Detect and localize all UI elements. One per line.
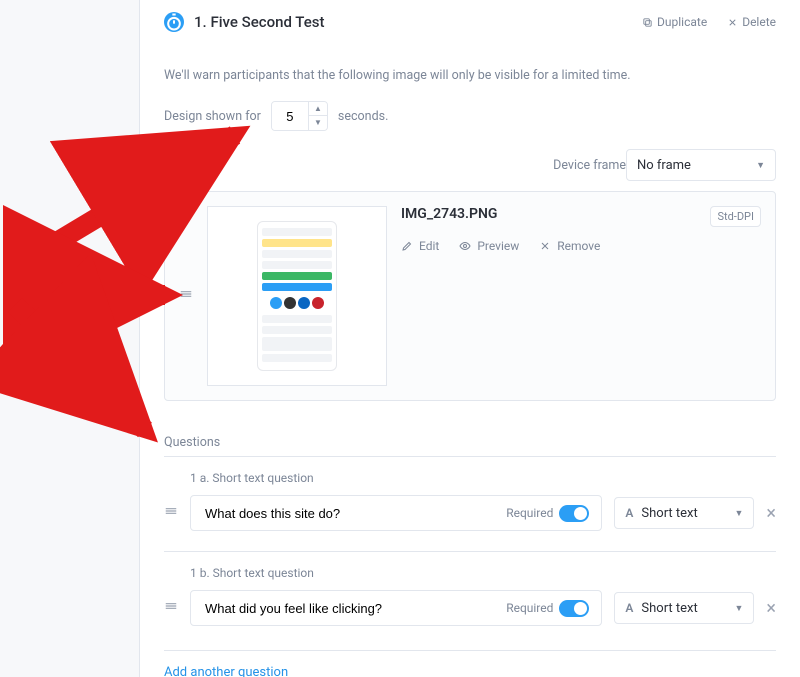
design-settings-row: Design Device frame No frame ▼ (164, 149, 776, 181)
duration-input[interactable] (272, 102, 308, 130)
question-type-value: Short text (641, 506, 697, 521)
intro-text: We'll warn participants that the followi… (164, 68, 776, 83)
chevron-down-icon: ▼ (756, 160, 765, 171)
duplicate-icon (642, 17, 653, 28)
question-input-wrapper: Required (190, 495, 602, 531)
required-toggle[interactable] (559, 505, 589, 522)
delete-question-button[interactable]: × (766, 598, 776, 619)
required-label: Required (506, 506, 553, 520)
section-number: 1. (194, 13, 207, 31)
design-card: IMG_2743.PNG Std-DPI Edit Preview (164, 191, 776, 401)
device-frame-value: No frame (637, 158, 691, 173)
duplicate-button[interactable]: Duplicate (642, 15, 707, 29)
question-block: 1 b. Short text question Required A Shor… (164, 551, 776, 646)
device-frame-label: Device frame (553, 158, 626, 173)
question-type-value: Short text (641, 601, 697, 616)
close-icon (539, 240, 551, 252)
delete-button[interactable]: Delete (727, 15, 776, 29)
sidebar-gutter (0, 0, 140, 677)
remove-design-button[interactable]: Remove (539, 239, 600, 253)
device-frame-select[interactable]: No frame ▼ (626, 149, 776, 181)
text-type-icon: A (625, 506, 633, 520)
question-sublabel: 1 b. Short text question (190, 566, 776, 580)
drag-handle-icon[interactable] (164, 599, 178, 617)
question-type-select[interactable]: A Short text ▼ (614, 592, 754, 624)
question-sublabel: 1 a. Short text question (190, 471, 776, 485)
stopwatch-icon (164, 12, 184, 32)
required-toggle[interactable] (559, 600, 589, 617)
delete-icon (727, 17, 738, 28)
question-input[interactable] (203, 505, 506, 522)
question-input-wrapper: Required (190, 590, 602, 626)
duration-row: Design shown for ▲ ▼ seconds. (164, 101, 776, 131)
section-name: Five Second Test (210, 13, 324, 31)
preview-label: Preview (477, 239, 519, 253)
delete-question-button[interactable]: × (766, 503, 776, 524)
question-input[interactable] (203, 600, 506, 617)
chevron-down-icon: ▼ (734, 603, 743, 614)
text-type-icon: A (625, 601, 633, 615)
question-type-select[interactable]: A Short text ▼ (614, 497, 754, 529)
drag-handle-icon[interactable] (179, 287, 193, 305)
duration-prefix: Design shown for (164, 109, 261, 124)
drag-handle-icon[interactable] (164, 504, 178, 522)
section-title: 1. Five Second Test (194, 13, 324, 31)
preview-design-button[interactable]: Preview (459, 239, 519, 253)
duration-stepper[interactable]: ▲ ▼ (271, 101, 328, 131)
edit-design-button[interactable]: Edit (401, 239, 439, 253)
duration-up-button[interactable]: ▲ (309, 102, 327, 116)
question-block: 1 a. Short text question Required A Shor… (164, 456, 776, 551)
questions-heading: Questions (164, 435, 776, 450)
edit-label: Edit (419, 239, 439, 253)
design-preview-image (257, 221, 337, 371)
required-label: Required (506, 601, 553, 615)
remove-label: Remove (557, 239, 600, 253)
duration-down-button[interactable]: ▼ (309, 116, 327, 130)
dpi-toggle[interactable]: Std-DPI (710, 206, 761, 227)
section-header: 1. Five Second Test Duplicate Delete (164, 6, 776, 42)
chevron-down-icon: ▼ (734, 508, 743, 519)
design-thumbnail[interactable] (207, 206, 387, 386)
pencil-icon (401, 240, 413, 252)
add-question-button[interactable]: Add another question (164, 650, 776, 677)
delete-label: Delete (742, 15, 776, 29)
eye-icon (459, 240, 471, 252)
test-section: 1. Five Second Test Duplicate Delete We'… (140, 0, 800, 677)
design-file-name: IMG_2743.PNG (401, 206, 497, 222)
duration-suffix: seconds. (338, 109, 388, 124)
duplicate-label: Duplicate (657, 15, 707, 29)
design-label: Design (164, 158, 202, 173)
